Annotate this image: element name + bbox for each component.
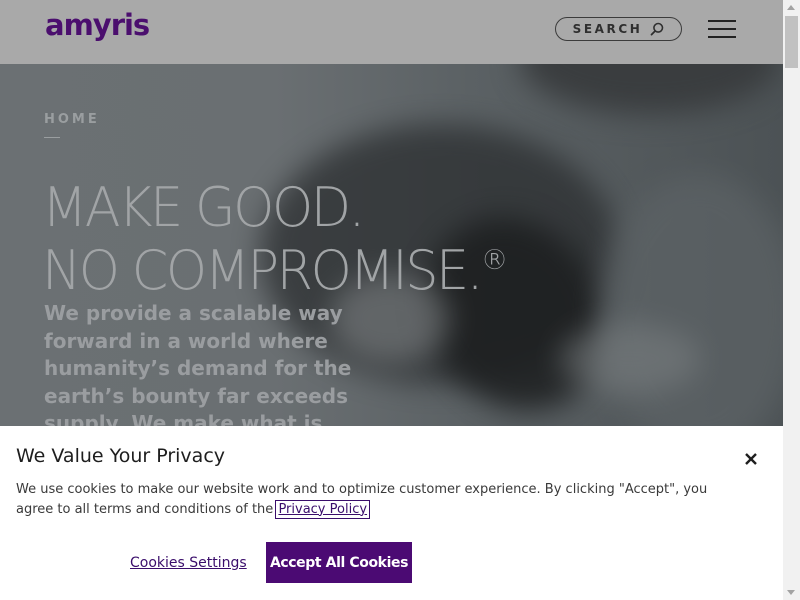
cookie-banner-title: We Value Your Privacy xyxy=(16,445,226,467)
site-header: amyris SEARCH xyxy=(0,0,783,64)
menu-line xyxy=(708,28,736,30)
menu-line xyxy=(708,36,736,38)
breadcrumb[interactable]: HOME xyxy=(44,112,100,127)
hero-title-line-1: MAKE GOOD. xyxy=(42,176,365,239)
registered-mark: ® xyxy=(480,243,509,276)
hamburger-menu-icon[interactable] xyxy=(708,18,736,38)
hero-background-shape xyxy=(560,324,700,394)
cookie-consent-banner: We Value Your Privacy We use cookies to … xyxy=(0,426,783,600)
menu-line xyxy=(708,20,736,22)
scrollbar-thumb[interactable] xyxy=(785,16,798,68)
privacy-policy-link[interactable]: Privacy Policy xyxy=(275,499,371,519)
hero-background-shape xyxy=(520,64,780,114)
scroll-up-arrow-icon[interactable] xyxy=(787,5,795,10)
accept-all-cookies-button[interactable]: Accept All Cookies xyxy=(266,542,412,583)
hero-description: We provide a scalable way forward in a w… xyxy=(44,301,352,426)
hero-title: MAKE GOOD. NO COMPROMISE.® xyxy=(42,176,585,298)
cookies-settings-button[interactable]: Cookies Settings xyxy=(130,555,247,571)
hero-title-line-2-text: NO COMPROMISE. xyxy=(42,239,483,302)
cookie-banner-text: We use cookies to make our website work … xyxy=(16,480,746,519)
amyris-logo[interactable]: amyris xyxy=(45,8,150,42)
search-label: SEARCH xyxy=(572,22,643,36)
search-button[interactable]: SEARCH xyxy=(555,17,682,41)
breadcrumb-divider xyxy=(44,137,60,138)
close-icon[interactable] xyxy=(740,448,762,470)
hero-section: HOME MAKE GOOD. NO COMPROMISE.® We provi… xyxy=(0,64,783,426)
close-x-glyph xyxy=(745,453,757,465)
scroll-down-arrow-icon[interactable] xyxy=(787,590,795,595)
scrollbar[interactable] xyxy=(783,0,800,600)
search-icon xyxy=(651,22,664,36)
hero-title-line-2: NO COMPROMISE.® xyxy=(42,234,585,298)
